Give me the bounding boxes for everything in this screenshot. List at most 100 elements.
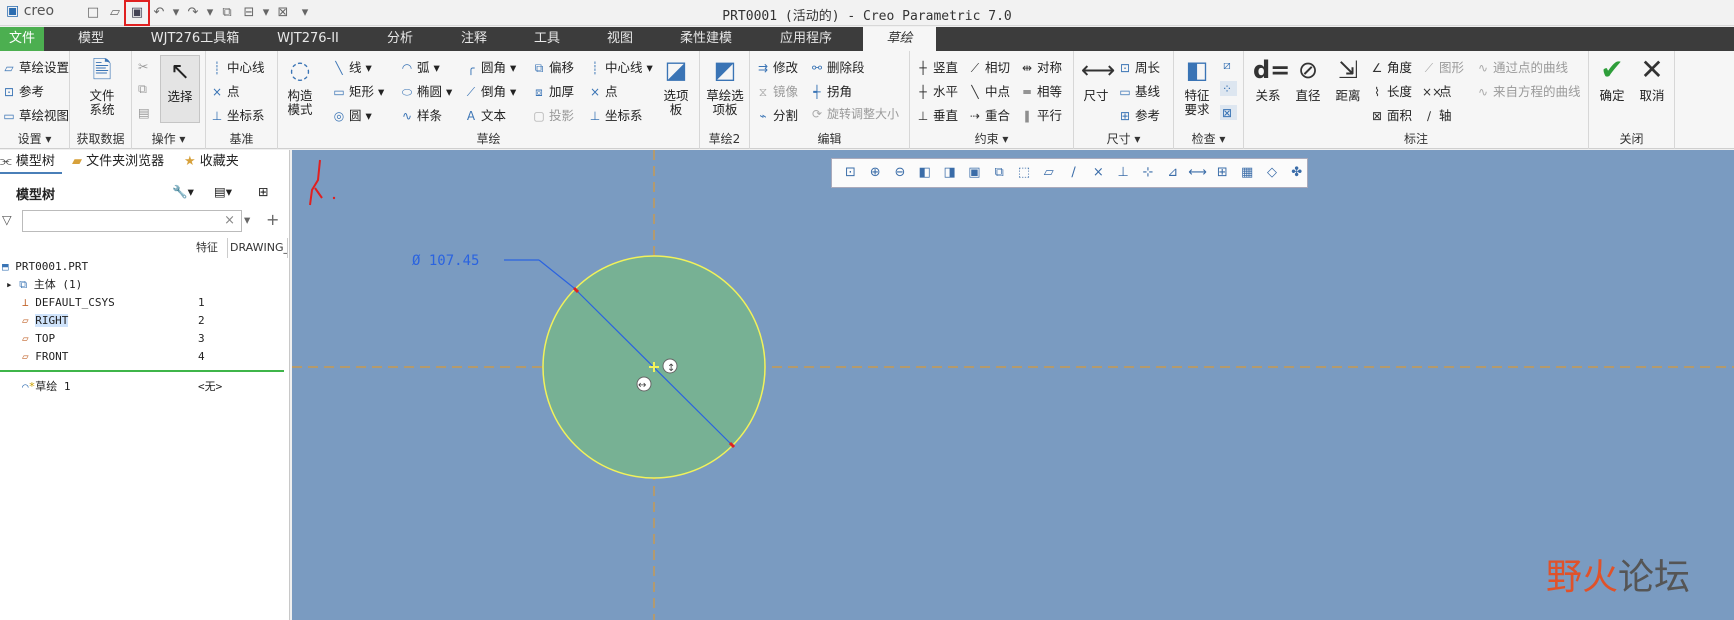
annotation-display-icon[interactable]: ⊹ (1138, 163, 1159, 183)
highlight-open-ends-icon[interactable]: ⁘ (1220, 81, 1237, 96)
distance-button[interactable]: ⇲ 距离 (1330, 55, 1366, 103)
tree-columns-icon[interactable]: ▤▾ (214, 184, 232, 199)
file-system-button[interactable]: 🖹 文件 系统 (82, 55, 122, 117)
tab-annotate[interactable]: 注释 (448, 27, 500, 51)
tab-flexible-modeling[interactable]: 柔性建模 (666, 27, 746, 51)
tree-settings-icon[interactable]: 🔧▾ (172, 184, 194, 200)
tab-wjt276-ii[interactable]: WJT276-II (262, 27, 354, 51)
add-column-icon[interactable]: + (266, 210, 279, 229)
arc-button[interactable]: ◠ 弧 ▾ (400, 57, 440, 76)
sketch-palette-button[interactable]: ◩ 草绘选 项板 (704, 55, 746, 117)
tab-tools[interactable]: 工具 (520, 27, 574, 51)
circle-button[interactable]: ◎ 圆 ▾ (332, 105, 372, 124)
tree-row-top[interactable]: ▱ TOP 3 (0, 330, 290, 348)
construction-mode-button[interactable]: ◌ 构造 模式 (282, 55, 318, 117)
annot-point-button[interactable]: ××点 (1422, 81, 1452, 100)
repaint-icon[interactable]: ◧ (914, 163, 935, 183)
mirror-button[interactable]: ⧖ 镜像 (756, 81, 798, 100)
fillet-button[interactable]: ╭ 圆角 ▾ (464, 57, 516, 76)
axis-display-icon[interactable]: ∕ (1063, 163, 1084, 183)
plane-display-icon[interactable]: ▱ (1038, 163, 1059, 183)
ok-button[interactable]: ✔ 确定 (1593, 55, 1631, 103)
grid-display-icon[interactable]: ▦ (1237, 163, 1258, 183)
sketch-point-button[interactable]: × 点 (588, 81, 618, 100)
references-button[interactable]: ⊡ 参考 (2, 81, 44, 100)
tab-file[interactable]: 文件 (0, 27, 44, 51)
text-button[interactable]: A 文本 (464, 105, 506, 124)
column-header-feature[interactable]: 特征 (196, 238, 228, 258)
sketch-view-icon[interactable]: ⬚ (1014, 163, 1035, 183)
sketch-view-button[interactable]: ▭ 草绘视图 (2, 105, 69, 124)
tree-row-sketch1[interactable]: ⌒*草绘 1 <无> (0, 378, 290, 396)
paste-icon[interactable]: ▤ (138, 105, 150, 120)
delete-segment-button[interactable]: ⚯ 删除段 (810, 57, 865, 76)
spline-button[interactable]: ∿ 样条 (400, 105, 442, 124)
search-options-icon[interactable]: ▾ (244, 212, 250, 227)
datum-centerline-button[interactable]: ┊ 中心线 (210, 57, 264, 76)
graph-button[interactable]: ⟋ 图形 (1422, 57, 1464, 76)
rectangle-button[interactable]: ▭ 矩形 ▾ (332, 81, 384, 100)
tree-row-body[interactable]: ▸ ⧉ 主体 (1) (0, 276, 290, 294)
rotate-resize-button[interactable]: ⟳ 旋转调整大小 (810, 105, 899, 122)
view-manager-icon[interactable]: ⧉ (989, 163, 1010, 183)
coincident-constraint-button[interactable]: ⇢ 重合 (968, 105, 1010, 124)
tab-model-tree[interactable]: ⫘ 模型树 (0, 150, 62, 174)
point-display-icon[interactable]: × (1088, 163, 1109, 183)
vertical-constraint-button[interactable]: ┼ 竖直 (916, 57, 958, 76)
tangent-constraint-button[interactable]: ⟋ 相切 (968, 57, 1010, 76)
diameter-button[interactable]: ⊘ 直径 (1290, 55, 1326, 103)
zoom-out-icon[interactable]: ⊖ (890, 163, 911, 183)
angle-button[interactable]: ∠ 角度 (1370, 57, 1412, 76)
thicken-button[interactable]: ⧈ 加厚 (532, 81, 574, 100)
insert-indicator[interactable] (0, 370, 284, 372)
chamfer-button[interactable]: ⟋ 倒角 ▾ (464, 81, 516, 100)
zoom-in-icon[interactable]: ⊕ (865, 163, 886, 183)
group-label-operations[interactable]: 操作 ▾ (132, 130, 205, 147)
clear-icon[interactable]: × (224, 213, 235, 228)
select-button[interactable]: ↖ 选择 (160, 55, 200, 123)
tab-favorites[interactable]: ★ 收藏夹 (184, 150, 254, 174)
datum-csys-button[interactable]: ⊥ 坐标系 (210, 105, 265, 124)
area-button[interactable]: ⊠ 面积 (1370, 105, 1412, 124)
feature-requirements-button[interactable]: ◧ 特征 要求 (1178, 55, 1216, 117)
perpendicular-constraint-button[interactable]: ⊥ 垂直 (916, 105, 958, 124)
group-label-setup[interactable]: 设置 ▾ (0, 130, 69, 147)
cancel-button[interactable]: ✕ 取消 (1633, 55, 1671, 103)
group-label-constrain[interactable]: 约束 ▾ (910, 130, 1073, 147)
display-style-icon[interactable]: ◨ (939, 163, 960, 183)
search-input[interactable]: × (22, 210, 242, 232)
tab-applications[interactable]: 应用程序 (766, 27, 846, 51)
copy-icon[interactable]: ⧉ (138, 81, 147, 97)
datum-point-button[interactable]: × 点 (210, 81, 240, 100)
curve-through-points-button[interactable]: ∿ 通过点的曲线 (1476, 57, 1568, 76)
sketcher-display-icon[interactable]: ⊿ (1162, 163, 1183, 183)
sketch-centerline-button[interactable]: ┊ 中心线 ▾ (588, 57, 652, 76)
ellipse-button[interactable]: ⬭ 椭圆 ▾ (400, 81, 452, 100)
tab-folder-browser[interactable]: ▰ 文件夹浏览器 (72, 150, 172, 174)
parallel-constraint-button[interactable]: ∥ 平行 (1020, 105, 1062, 124)
group-label-dimension[interactable]: 尺寸 ▾ (1074, 130, 1173, 147)
tab-wjt276-toolbox[interactable]: WJT276工具箱 (140, 27, 250, 51)
constraint-display-icon[interactable]: ⊞ (1212, 163, 1233, 183)
corner-button[interactable]: ┽ 拐角 (810, 81, 852, 100)
dimension-button[interactable]: ⟷ 尺寸 (1078, 55, 1115, 103)
divide-button[interactable]: ⌁ 分割 (756, 105, 798, 124)
project-button[interactable]: ▢ 投影 (532, 105, 574, 124)
saved-views-icon[interactable]: ▣ (964, 163, 985, 183)
refit-icon[interactable]: ⊡ (840, 163, 861, 183)
palette-button[interactable]: ◪ 选项 板 (658, 55, 694, 117)
cut-icon[interactable]: ✂ (138, 59, 148, 74)
line-button[interactable]: ╲ 线 ▾ (332, 57, 371, 76)
tree-row-right[interactable]: ▱ RIGHT 2 (0, 312, 290, 330)
vertex-display-icon[interactable]: ◇ (1262, 163, 1283, 183)
relations-button[interactable]: d= 关系 (1250, 55, 1290, 103)
shade-closed-loops-icon[interactable]: ⊠ (1220, 105, 1237, 120)
tab-view[interactable]: 视图 (594, 27, 646, 51)
offset-button[interactable]: ⧉ 偏移 (532, 57, 574, 76)
equal-constraint-button[interactable]: ═ 相等 (1020, 81, 1062, 100)
length-button[interactable]: ⌇ 长度 (1370, 81, 1412, 100)
overlapping-geometry-icon[interactable]: ⧄ (1220, 57, 1237, 73)
expand-icon[interactable]: ▸ (6, 278, 13, 291)
csys-display-icon[interactable]: ⊥ (1113, 163, 1134, 183)
curve-from-equation-button[interactable]: ∿ 来自方程的曲线 (1476, 81, 1581, 100)
